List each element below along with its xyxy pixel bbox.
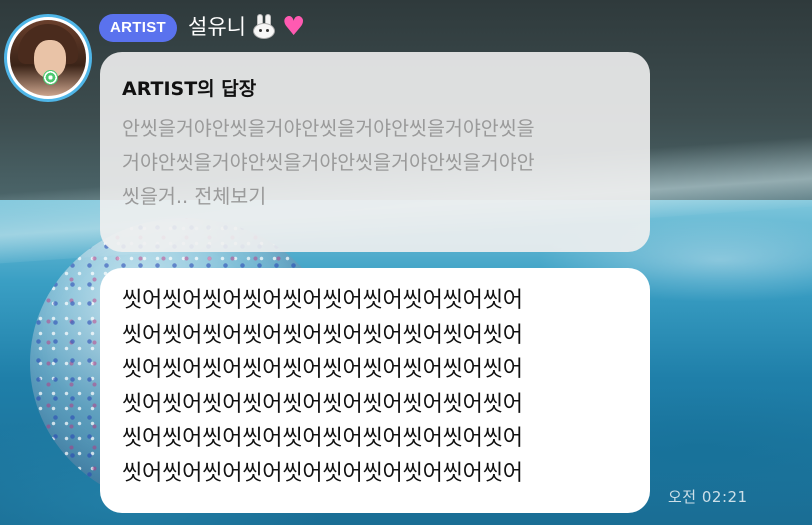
message-line: 씻어씻어씻어씻어씻어씻어씻어씻어씻어씻어 bbox=[122, 357, 523, 382]
artist-badge: ARTIST bbox=[99, 14, 177, 42]
reply-title: ARTIST의 답장 bbox=[122, 78, 257, 100]
message-timestamp: 오전 02:21 bbox=[668, 488, 748, 506]
rabbit-face-icon bbox=[252, 14, 276, 40]
reply-line: 거야안씻을거야안씻을거야안씻을거야안씻을거야안 bbox=[122, 151, 535, 174]
message-bubble[interactable]: 씻어씻어씻어씻어씻어씻어씻어씻어씻어씻어 씻어씻어씻어씻어씻어씻어씻어씻어씻어씻… bbox=[100, 268, 650, 513]
reply-bubble[interactable]: ARTIST의 답장 안씻을거야안씻을거야안씻을거야안씻을거야안씻을 거야안씻을… bbox=[100, 52, 650, 252]
reply-line-last: 씻을거.. 전체보기 bbox=[122, 185, 267, 208]
view-all-link[interactable]: 전체보기 bbox=[194, 185, 266, 208]
message-line: 씻어씻어씻어씻어씻어씻어씻어씻어씻어씻어 bbox=[122, 288, 523, 313]
message-line: 씻어씻어씻어씻어씻어씻어씻어씻어씻어씻어 bbox=[122, 426, 523, 451]
artist-name-row[interactable]: 설유니 ♥ bbox=[188, 11, 305, 43]
lollipop-icon bbox=[43, 70, 58, 85]
reply-line: 안씻을거야안씻을거야안씻을거야안씻을거야안씻을 bbox=[122, 117, 535, 140]
artist-name: 설유니 bbox=[188, 15, 246, 39]
reply-preview-text: 안씻을거야안씻을거야안씻을거야안씻을거야안씻을 거야안씻을거야안씻을거야안씻을거… bbox=[122, 112, 628, 214]
artist-avatar[interactable] bbox=[4, 14, 92, 102]
message-line: 씻어씻어씻어씻어씻어씻어씻어씻어씻어씻어 bbox=[122, 322, 523, 348]
pink-heart-icon: ♥ bbox=[281, 12, 306, 42]
message-line: 씻어씻어씻어씻어씻어씻어씻어씻어씻어씻어 bbox=[122, 391, 523, 417]
message-line: 씻어씻어씻어씻어씻어씻어씻어씻어씻어씻어 bbox=[122, 460, 523, 486]
